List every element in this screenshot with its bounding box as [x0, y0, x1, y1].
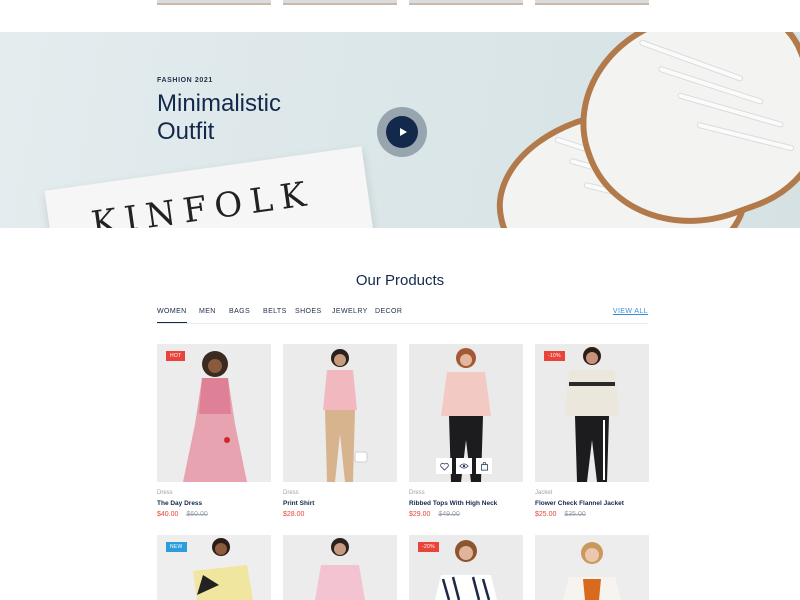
product-badge: HOT	[166, 351, 186, 361]
product-card[interactable]: -10% Jacket Flower Check Flannel Jacket …	[535, 344, 649, 518]
product-old-price: $60.00	[186, 511, 208, 518]
product-card[interactable]: NEW	[157, 535, 271, 600]
tab-jewelry[interactable]: JEWELRY	[332, 308, 368, 315]
category-tabs: WOMEN MEN BAGS BELTS SHOES JEWELRY DECOR…	[157, 306, 648, 324]
magazine-image: KINFOLK	[44, 146, 380, 228]
product-actions	[436, 458, 492, 474]
hero-title-line2: Outfit	[157, 118, 215, 145]
product-card[interactable]	[535, 535, 649, 600]
hero-title-line1: Minimalistic	[157, 90, 282, 117]
product-badge: -20%	[418, 542, 439, 552]
product-card[interactable]: Dress Ribbed Tops With High Neck $29.00 …	[409, 344, 523, 518]
product-card[interactable]: -20%	[409, 535, 523, 600]
model-figure	[565, 347, 619, 482]
product-card[interactable]	[283, 535, 397, 600]
product-old-price: $49.00	[438, 511, 460, 518]
hero-kicker: FASHION 2021	[157, 77, 213, 84]
product-name[interactable]: Print Shirt	[283, 500, 397, 507]
product-category: Jacket	[535, 490, 553, 496]
product-card[interactable]: HOT Dress The Day Dress $40.00 $60.00	[157, 344, 271, 518]
tab-shoes[interactable]: SHOES	[295, 308, 322, 315]
product-category: Dress	[157, 490, 173, 496]
product-name[interactable]: Flower Check Flannel Jacket	[535, 500, 649, 507]
product-price: $28.00	[283, 511, 305, 518]
product-old-price: $35.00	[564, 511, 586, 518]
product-name[interactable]: The Day Dress	[157, 500, 271, 507]
model-figure	[183, 351, 247, 482]
product-image[interactable]: NEW	[157, 535, 271, 600]
model-figure	[315, 538, 365, 600]
product-image[interactable]: HOT	[157, 344, 271, 482]
tab-men[interactable]: MEN	[199, 308, 216, 315]
product-prices: $28.00	[283, 511, 397, 518]
product-badge: -10%	[544, 351, 565, 361]
product-image[interactable]	[535, 535, 649, 600]
product-badge: NEW	[166, 542, 187, 552]
product-price: $40.00	[157, 511, 179, 518]
product-prices: $40.00 $60.00	[157, 511, 271, 518]
hero-title: Minimalistic Outfit	[157, 90, 357, 146]
magazine-brand: KINFOLK	[88, 173, 317, 228]
product-image[interactable]	[409, 344, 523, 482]
product-card[interactable]: Dress Print Shirt $28.00	[283, 344, 397, 518]
product-image[interactable]	[283, 535, 397, 600]
product-category: Dress	[283, 490, 299, 496]
section-title: Our Products	[355, 272, 445, 289]
model-figure	[323, 349, 368, 482]
play-video-button[interactable]	[377, 107, 427, 157]
previous-section-strip	[0, 0, 800, 6]
hero-banner: KINFOLK FASHION 2021 Minimalistic Outfit	[0, 32, 800, 228]
product-prices: $25.00 $35.00	[535, 511, 649, 518]
product-prices: $29.00 $49.00	[409, 511, 523, 518]
product-price: $25.00	[535, 511, 557, 518]
product-image[interactable]	[283, 344, 397, 482]
heart-icon[interactable]	[436, 458, 452, 474]
tab-decor[interactable]: DECOR	[375, 308, 402, 315]
tab-women[interactable]: WOMEN	[157, 308, 187, 323]
model-figure	[563, 542, 621, 600]
play-icon	[386, 116, 418, 148]
product-image[interactable]: -10%	[535, 344, 649, 482]
product-category: Dress	[409, 490, 425, 496]
product-price: $29.00	[409, 511, 431, 518]
product-name[interactable]: Ribbed Tops With High Neck	[409, 500, 523, 507]
eye-icon[interactable]	[456, 458, 472, 474]
bag-icon[interactable]	[476, 458, 492, 474]
view-all-link[interactable]: VIEW ALL	[613, 308, 648, 315]
tab-belts[interactable]: BELTS	[263, 308, 287, 315]
tab-bags[interactable]: BAGS	[229, 308, 250, 315]
product-image[interactable]: -20%	[409, 535, 523, 600]
